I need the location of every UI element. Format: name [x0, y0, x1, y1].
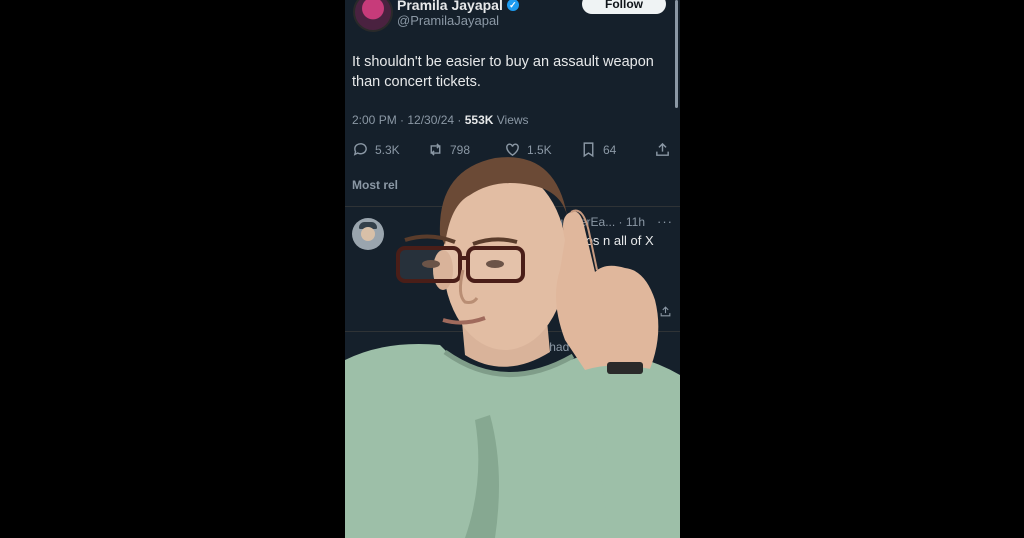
author-handle[interactable]: @PramilaJayapal — [397, 13, 499, 28]
reply-like-count: 9K — [531, 305, 545, 318]
share-upload-icon — [660, 306, 671, 317]
divider — [345, 206, 680, 207]
tweet-text: It shouldn't be easier to buy an assault… — [352, 54, 654, 90]
heart-icon — [506, 143, 519, 157]
reply-text: king pos n all of X — [551, 233, 654, 248]
reply-share-button[interactable] — [659, 305, 672, 318]
reply-text: us. — [583, 357, 601, 372]
repost-button[interactable]: 798 — [427, 141, 470, 158]
speech-bubble-icon — [353, 143, 367, 156]
follow-button[interactable]: Follow — [582, 0, 666, 14]
avatar-face — [361, 227, 375, 241]
verified-badge-icon: ✓ — [506, 0, 519, 11]
reply-count: 5.3K — [375, 142, 400, 157]
like-count: 1.5K — [527, 142, 552, 157]
author-name-row[interactable]: Pramila Jayapal ✓ — [397, 0, 519, 13]
repost-arrows-icon — [430, 143, 441, 156]
bookmark-count: 64 — [603, 142, 617, 157]
bookmark-button[interactable]: 64 — [580, 141, 616, 158]
reply-handle[interactable]: WatchChad · 16 — [507, 340, 593, 354]
more-dots-icon[interactable]: ··· — [657, 214, 673, 229]
tweet-screenshot: Pramila Jayapal ✓ @PramilaJayapal Follow… — [345, 0, 680, 538]
share-button[interactable] — [654, 141, 671, 158]
divider — [345, 331, 680, 332]
heart-icon — [514, 306, 525, 317]
replies-sort-label[interactable]: Most rel — [352, 178, 398, 192]
tweet-actions: 5.3K 798 1.5K 64 — [352, 141, 672, 161]
share-upload-icon — [656, 142, 669, 156]
scrollbar[interactable] — [675, 0, 678, 108]
author-name[interactable]: Pramila Jayapal — [397, 0, 503, 13]
bookmark-icon — [583, 142, 594, 158]
tweet-meta: 2:00 PM · 12/30/24 · 553K Views — [352, 113, 529, 127]
like-button[interactable]: 1.5K — [504, 141, 552, 158]
reply-like-button[interactable]: 9K — [513, 305, 544, 318]
views-label: Views — [493, 113, 529, 127]
author-avatar[interactable] — [353, 0, 393, 32]
repost-count: 798 — [450, 142, 471, 157]
reply-avatar[interactable] — [352, 218, 384, 250]
reply-button[interactable]: 5.3K — [352, 141, 400, 158]
reply-handle[interactable]: @GuntherEa... · 11h — [535, 215, 645, 229]
views-count: 553K — [464, 113, 494, 127]
tweet-time: 2:00 PM · 12/30/24 · — [352, 113, 465, 127]
